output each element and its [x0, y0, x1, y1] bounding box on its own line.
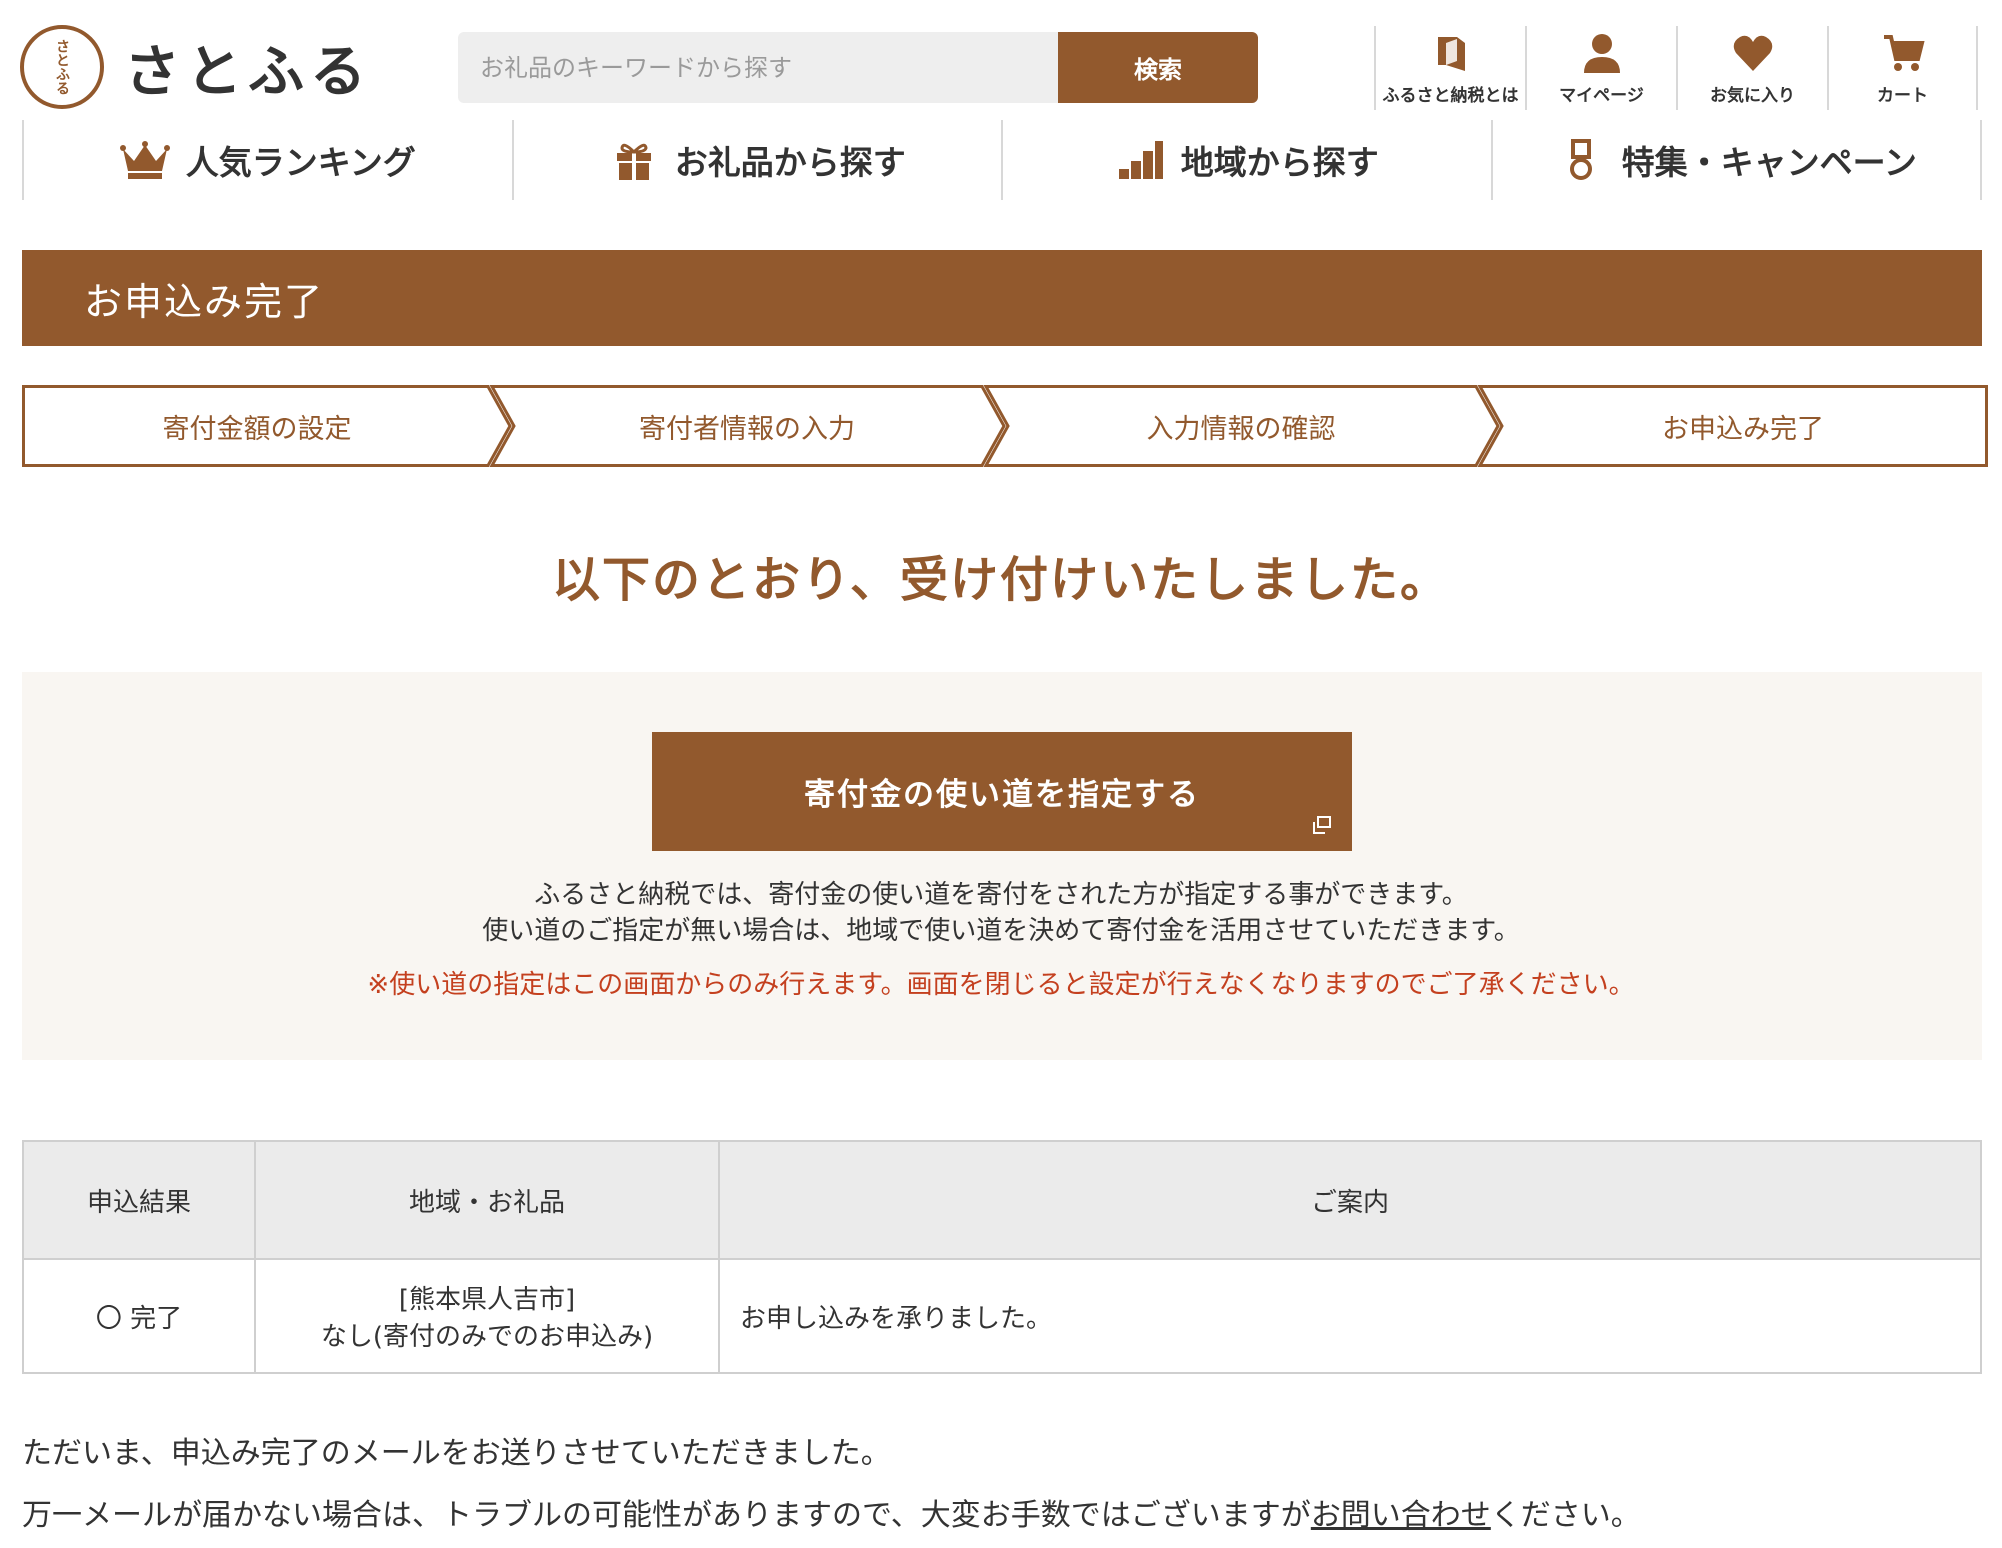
result-region: [熊本県人吉市] — [398, 1285, 576, 1315]
favorites-link[interactable]: お気に入り — [1676, 26, 1827, 110]
result-gift: なし(寄付のみでのお申込み) — [320, 1322, 654, 1352]
page-title-band: お申込み完了 — [22, 250, 1982, 346]
designate-usage-button[interactable]: 寄付金の使い道を指定する — [652, 732, 1352, 851]
nav-ranking[interactable]: 人気ランキング — [22, 120, 512, 200]
logo-mark: さとふる — [20, 25, 104, 109]
contact-link[interactable]: お問い合わせ — [1311, 1498, 1491, 1533]
step-amount: 寄付金額の設定 — [162, 413, 352, 445]
result-info: お申し込みを承りました。 — [718, 1258, 1982, 1374]
cart-icon — [1883, 35, 1925, 71]
user-icon — [1583, 34, 1620, 73]
mail-sent-notice: ただいま、申込み完了のメールをお送りさせていただきました。 — [22, 1436, 891, 1471]
completion-headline: 以下のとおり、受け付けいたしました。 — [551, 552, 1451, 608]
header-region-gift: 地域・お礼品 — [254, 1140, 720, 1260]
step-indicator: 寄付金額の設定 寄付者情報の入力 入力情報の確認 お申込み完了 — [22, 385, 1988, 467]
search-input[interactable] — [458, 32, 1058, 103]
result-status: 〇 完了 — [22, 1258, 256, 1374]
usage-panel — [22, 672, 1982, 1060]
result-region-gift: [熊本県人吉市] なし(寄付のみでのお申込み) — [254, 1258, 720, 1374]
gift-icon — [616, 143, 651, 180]
search-button[interactable]: 検索 — [1058, 32, 1258, 103]
nav-region[interactable]: 地域から探す — [1001, 120, 1491, 200]
header-result: 申込結果 — [22, 1140, 256, 1260]
book-icon — [1437, 37, 1465, 71]
step-donor-info: 寄付者情報の入力 — [639, 413, 855, 445]
mypage-link[interactable]: マイページ — [1525, 26, 1676, 110]
region-icon — [1118, 141, 1163, 179]
cart-link[interactable]: カート — [1827, 26, 1978, 110]
usage-warning: ※使い道の指定はこの画面からのみ行えます。画面を閉じると設定が行えなくなりますの… — [367, 970, 1635, 1000]
medal-icon — [1569, 139, 1592, 180]
crown-icon — [119, 141, 170, 179]
utility-nav: ふるさと納税とは マイページ お気に入り カート — [1374, 26, 1978, 110]
global-nav: 人気ランキング お礼品から探す 地域から探す 特集・キャンペーン — [22, 120, 1982, 200]
page-title: お申込み完了 — [84, 279, 325, 324]
step-complete: お申込み完了 — [1662, 413, 1824, 445]
search-bar: 検索 — [458, 32, 1258, 103]
mail-trouble-notice: 万一メールが届かない場合は、トラブルの可能性がありますので、大変お手数ではござい… — [22, 1498, 1641, 1533]
heart-icon — [1733, 35, 1772, 71]
usage-note-line2: 使い道のご指定が無い場合は、地域で使い道を決めて寄付金を活用させていただきます。 — [482, 916, 1520, 946]
about-furusato-link[interactable]: ふるさと納税とは — [1374, 26, 1525, 110]
external-window-icon — [1313, 816, 1331, 834]
usage-note-line1: ふるさと納税では、寄付金の使い道を寄付をされた方が指定する事ができます。 — [534, 880, 1468, 910]
header-info: ご案内 — [718, 1140, 1982, 1260]
result-table: 申込結果 地域・お礼品 ご案内 〇 完了 [熊本県人吉市] なし(寄付のみでのお… — [22, 1140, 1982, 1374]
nav-gifts[interactable]: お礼品から探す — [511, 120, 1002, 200]
site-logo[interactable]: さとふる さとふる — [20, 22, 372, 112]
logo-text: さとふる — [124, 39, 372, 105]
table-header-row: 申込結果 地域・お礼品 ご案内 — [22, 1140, 1982, 1260]
table-row: 〇 完了 [熊本県人吉市] なし(寄付のみでのお申込み) お申し込みを承りました… — [22, 1258, 1982, 1374]
step-confirm: 入力情報の確認 — [1146, 413, 1336, 445]
nav-campaign[interactable]: 特集・キャンペーン — [1490, 120, 1982, 200]
